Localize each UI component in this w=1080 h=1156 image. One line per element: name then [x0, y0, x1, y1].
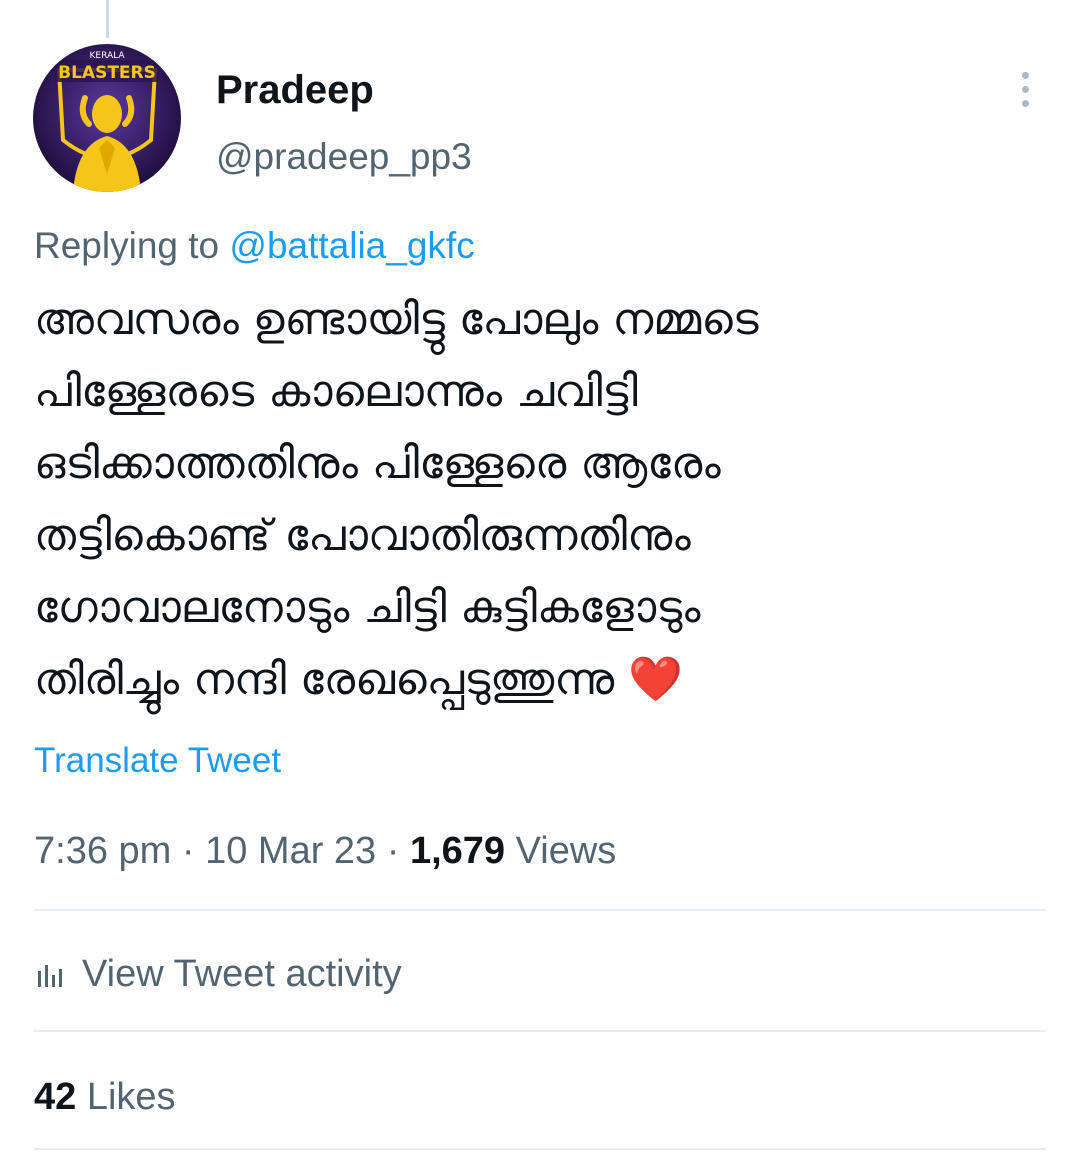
tweet-body: അവസരം ഉണ്ടായിട്ടു പോലും നമ്മടെ പിള്ളേരടെ… [34, 294, 759, 705]
divider [34, 909, 1046, 911]
likes-label: Likes [76, 1076, 176, 1118]
views-count: 1,679 [409, 830, 506, 872]
thread-connector-line [106, 0, 109, 38]
likes-count: 42 [34, 1076, 77, 1118]
likes-summary[interactable]: 42 Likes [34, 1072, 176, 1122]
tweet-time[interactable]: 7:36 pm [34, 830, 171, 872]
divider [34, 1030, 1046, 1032]
user-handle[interactable]: @pradeep_pp3 [216, 134, 472, 180]
translate-tweet-link[interactable]: Translate Tweet [34, 738, 281, 784]
divider [34, 1148, 1046, 1150]
heart-emoji: ❤️ [628, 654, 683, 705]
meta-separator: · [376, 830, 410, 872]
views-label: Views [505, 830, 617, 872]
view-tweet-activity-button[interactable]: View Tweet activity [34, 948, 402, 1000]
replying-to: Replying to @battalia_gkfc [34, 222, 475, 270]
more-vertical-icon-dot [1021, 85, 1029, 93]
tweet-metadata: 7:36 pm · 10 Mar 23 · 1,679 Views [34, 826, 616, 876]
more-vertical-icon-dot [1021, 99, 1029, 107]
avatar-logo-text-top: KERALA [89, 51, 125, 61]
reply-mention-link[interactable]: @battalia_gkfc [229, 225, 474, 266]
view-tweet-activity-label: View Tweet activity [82, 953, 402, 995]
analytics-icon [38, 965, 62, 987]
more-options-button[interactable] [1004, 66, 1046, 112]
display-name[interactable]: Pradeep [216, 66, 374, 114]
avatar-logo-text: BLASTERS [58, 63, 156, 83]
replying-to-label: Replying to [34, 225, 230, 266]
tweet-text: അവസരം ഉണ്ടായിട്ടു പോലും നമ്മടെ പിള്ളേരടെ… [34, 284, 1044, 716]
avatar[interactable]: KERALA BLASTERS [33, 44, 181, 192]
tweet-date[interactable]: 10 Mar 23 [205, 830, 376, 872]
meta-separator: · [171, 830, 206, 872]
avatar-image: KERALA BLASTERS [33, 44, 181, 192]
more-vertical-icon [1021, 71, 1029, 79]
